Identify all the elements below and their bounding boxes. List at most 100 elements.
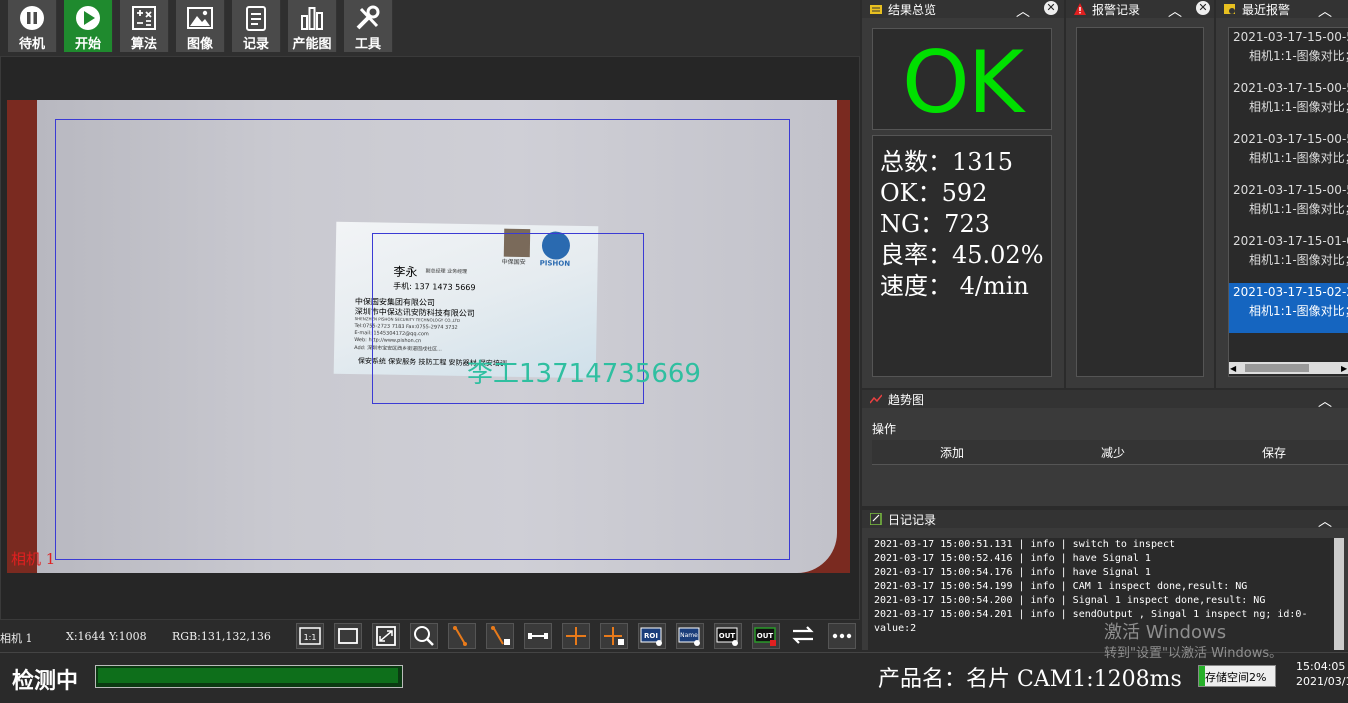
image-icon [187,7,213,29]
cross-add-icon [566,627,586,645]
result-panel: OK 总数：1315 OK：592 NG：723 良率：45.02% 速度： 4… [862,18,1064,388]
list-item[interactable]: 2021-03-17-15-00-5 相机1:1-图像对比； [1229,79,1348,129]
fit-window-icon [338,628,358,644]
product-info: 产品名：名片 CAM1:1208ms [878,667,1182,692]
line-measure-icon [528,633,548,639]
camera-image[interactable]: 中保国安 PISHON 李永 副总经理 业务经理 手机: 137 1473 56… [7,100,850,573]
tools-label: 工具 [354,37,381,52]
vertical-scrollbar[interactable] [1334,538,1344,650]
algorithm-icon [132,6,156,30]
line-measure-button[interactable] [524,623,552,649]
start-label: 开始 [74,37,101,52]
point-add-icon [453,626,467,646]
detect-progress-fill [98,668,398,683]
alarm-desc: 相机1:1-图像对比； [1249,253,1348,267]
system-clock[interactable]: 15:04:05 2021/03/1 [1296,659,1348,689]
name-button[interactable]: Name [676,623,704,649]
save-button[interactable]: 保存 [1262,444,1286,461]
operation-bar: 添加 减少 保存 [872,440,1348,465]
camera-label: 相机 1 [11,550,56,568]
alarm-time: 2021-03-17-15-00-5 [1233,30,1348,44]
log-line: 2021-03-17 15:00:51.131 | info | switch … [874,539,1176,550]
more-icon [832,633,852,639]
scroll-thumb[interactable] [1245,364,1309,372]
cross-delete-button[interactable] [600,623,628,649]
list-item[interactable]: 2021-03-17-15-00-5 相机1:1-图像对比； [1229,181,1348,231]
alarm-close-icon[interactable]: ✕ [1196,1,1210,15]
log-panel-title: 日记记录 [888,513,937,527]
storage-indicator: 存储空间2% [1198,665,1276,687]
log-line: 2021-03-17 15:00:54.176 | info | have Si… [874,567,1151,578]
capacity-chart-button[interactable]: 产能图 [288,0,337,52]
zoom-button[interactable] [410,623,438,649]
recent-alarm-list[interactable]: 2021-03-17-15-00-5 相机1:1-图像对比； 2021-03-17… [1228,27,1348,377]
activation-watermark: 激活 Windows [1104,622,1227,643]
fit-full-button[interactable] [372,623,400,649]
start-button[interactable]: 开始 [64,0,113,52]
recent-panel-title: 最近报警 [1242,3,1291,17]
record-button[interactable]: 记录 [232,0,281,52]
detect-progress-bar [95,665,403,688]
result-panel-icon [870,5,882,14]
log-line: 2021-03-17 15:00:54.199 | info | CAM 1 i… [874,581,1248,592]
out-view-label: OUT [719,632,736,640]
bar-chart-icon [301,7,323,30]
trend-panel: 趋势图 ︿ 操作 添加 减少 保存 [862,390,1348,506]
scroll-left-icon[interactable]: ◀ [1230,364,1236,373]
recent-panel: 2021-03-17-15-00-5 相机1:1-图像对比； 2021-03-17… [1216,18,1348,388]
scroll-right-icon[interactable]: ▶ [1341,364,1347,373]
trend-panel-header: 趋势图 ︿ [862,390,1348,411]
standby-label: 待机 [18,37,45,52]
reduce-button[interactable]: 减少 [1101,444,1125,461]
alarm-list[interactable] [1076,27,1204,377]
result-text: OK [901,33,1024,133]
alarm-desc: 相机1:1-图像对比； [1249,100,1348,114]
roi-button[interactable]: ROI [638,623,666,649]
stat-total: 总数：1315 [880,148,1014,176]
fit-1to1-button[interactable]: 1:1 [296,623,324,649]
status-camera: 相机 1 [0,632,33,645]
storage-label: 存储空间2% [1205,671,1267,684]
horizontal-scrollbar[interactable]: ◀ ▶ [1229,362,1348,374]
status-rgb: RGB:131,132,136 [172,630,271,643]
swap-button[interactable] [790,623,818,649]
tools-button[interactable]: 工具 [344,0,393,52]
stat-ok: OK：592 [880,179,988,207]
out-view-button[interactable]: OUT [714,623,742,649]
out-set-label: OUT [757,632,774,640]
trend-icon [870,394,882,404]
operation-label: 操作 [872,422,897,436]
trend-panel-title: 趋势图 [888,393,925,407]
log-panel-header: 日记记录 ︿ [862,510,1348,531]
out-view-icon: OUT [716,627,738,646]
algorithm-label: 算法 [130,37,157,52]
fit-window-button[interactable] [334,623,362,649]
more-button[interactable] [828,623,856,649]
alarm-desc: 相机1:1-图像对比； [1249,304,1348,318]
roi-label: ROI [644,632,658,640]
image-button[interactable]: 图像 [176,0,225,52]
algorithm-button[interactable]: 算法 [120,0,169,52]
add-button[interactable]: 添加 [940,444,964,461]
image-label: 图像 [186,37,213,52]
standby-button[interactable]: 待机 [8,0,57,52]
recent-alarm-icon [1224,4,1235,14]
trend-collapse-icon[interactable]: ︿ [1318,391,1332,411]
log-collapse-icon[interactable]: ︿ [1318,511,1332,531]
list-item[interactable]: 2021-03-17-15-01-0 相机1:1-图像对比； [1229,232,1348,282]
fit-1to1-label: 1:1 [304,633,317,642]
zoom-icon [414,626,434,646]
point-add-button[interactable] [448,623,476,649]
cross-delete-icon [604,627,624,645]
main-toolbar: 待机 开始 算法 图像 记录 产能图 工具 [0,0,860,56]
list-item[interactable]: 2021-03-17-15-00-5 相机1:1-图像对比； [1229,130,1348,180]
result-close-icon[interactable]: ✕ [1044,1,1058,15]
out-set-button[interactable]: OUT [752,623,780,649]
result-panel-header: 结果总览 ︿ ✕ [862,0,1064,20]
cross-add-button[interactable] [562,623,590,649]
list-item-selected[interactable]: 2021-03-17-15-02-2 相机1:1-图像对比； [1229,283,1348,333]
play-icon [76,6,100,30]
stat-ng: NG：723 [880,210,990,238]
point-delete-button[interactable] [486,623,514,649]
list-item[interactable]: 2021-03-17-15-00-5 相机1:1-图像对比； [1229,28,1348,78]
